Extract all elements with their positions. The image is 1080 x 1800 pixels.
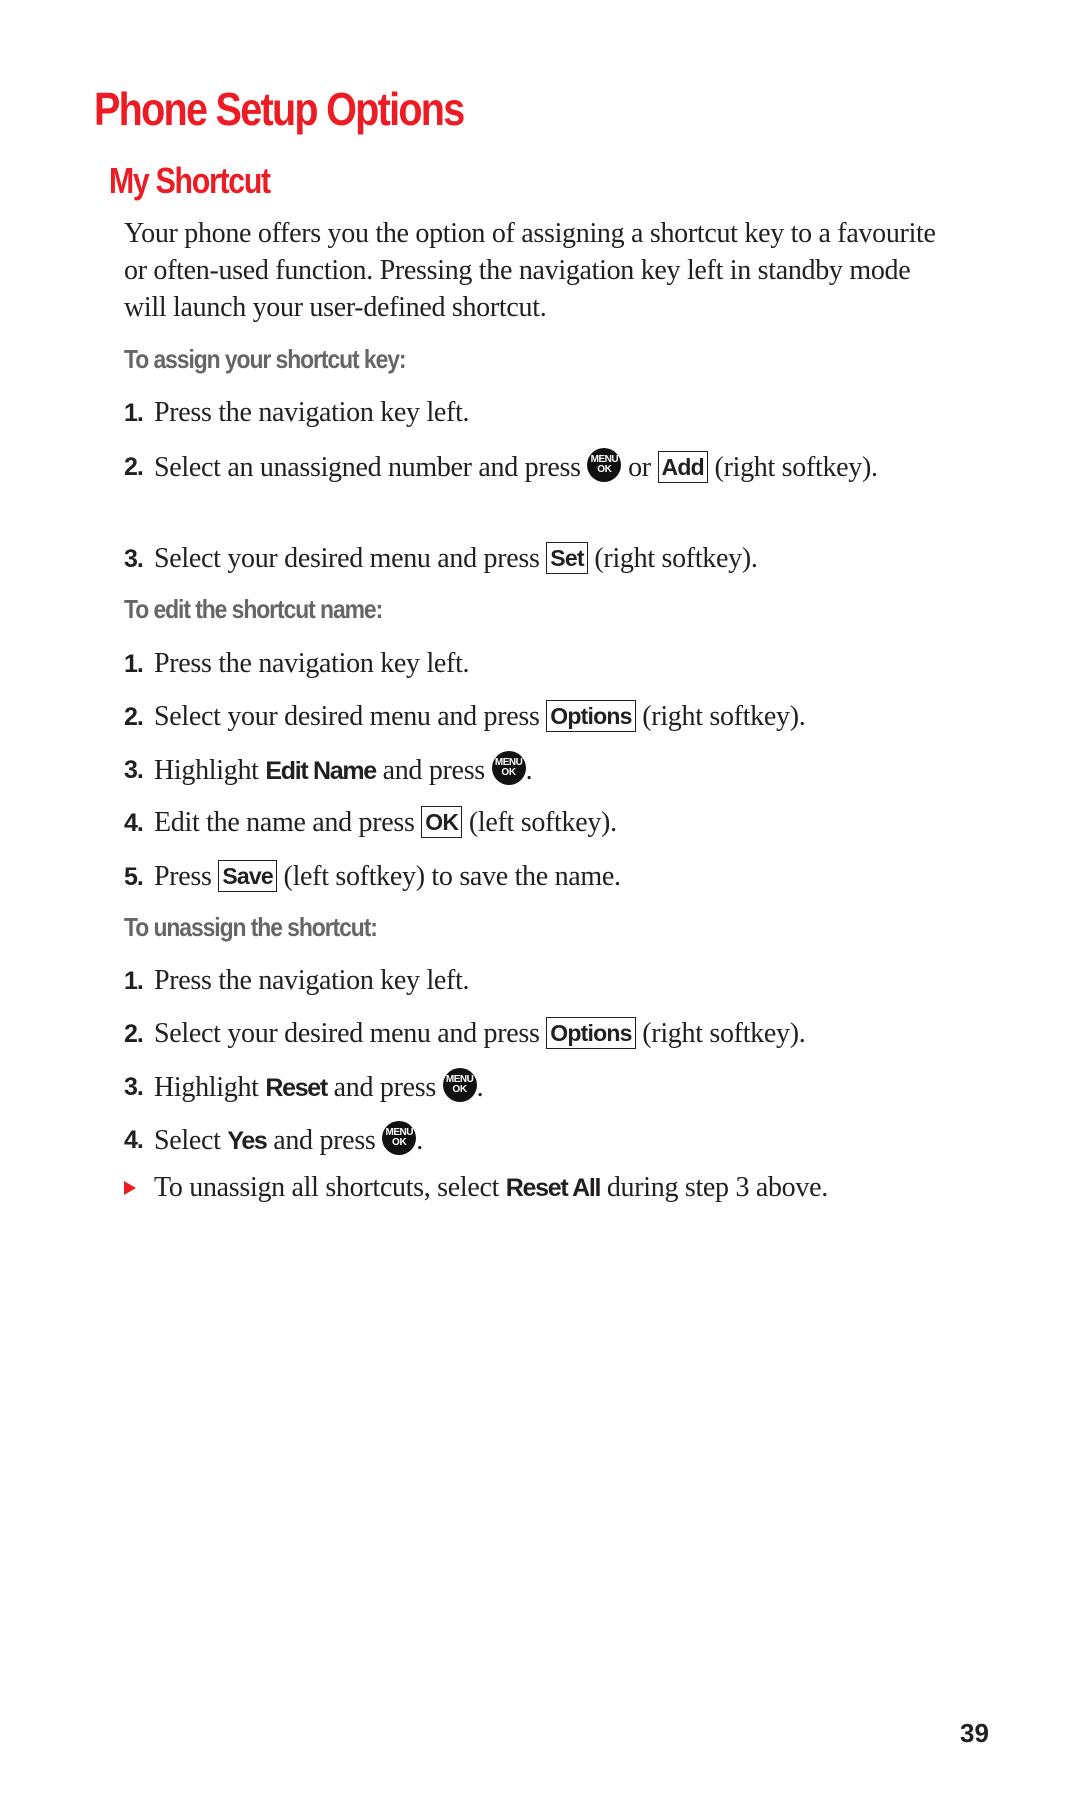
step-text-after: and press (333, 1072, 437, 1103)
step-text-before: Press (154, 861, 212, 892)
edit-heading: To edit the shortcut name: (124, 594, 383, 624)
step-text-after: (left softkey). (468, 807, 617, 838)
edit-step-2: 2. Select your desired menu and press Op… (124, 698, 954, 736)
assign-heading: To assign your shortcut key: (124, 344, 407, 374)
manual-page: Phone Setup Options My Shortcut Your pho… (0, 0, 1080, 1800)
step-text-after: (right softkey). (714, 452, 878, 483)
step-number: 3. (124, 545, 144, 573)
step-number: 5. (124, 863, 144, 891)
step-text-before: Highlight (154, 1072, 259, 1103)
menu-ok-label-ok: OK (452, 1084, 467, 1095)
step-text-after: (left softkey) to save the name. (283, 861, 621, 892)
assign-step-1: 1. Press the navigation key left. (124, 394, 954, 432)
menu-item-reset: Reset (265, 1074, 328, 1102)
unassign-step-4: 4. Select Yes and press MENU OK. (124, 1121, 954, 1160)
step-number: 4. (124, 809, 144, 837)
unassign-note: To unassign all shortcuts, select Reset … (124, 1169, 974, 1207)
step-number: 3. (124, 756, 144, 784)
softkey-set: Set (546, 542, 588, 574)
step-text: Press Save (left softkey) to save the na… (154, 858, 954, 896)
assign-step-2: 2. Select an unassigned number and press… (124, 448, 954, 487)
softkey-ok: OK (421, 806, 463, 838)
step-text: Select Yes and press MENU OK. (154, 1121, 954, 1160)
step-text-after: (right softkey). (642, 1018, 806, 1049)
menu-ok-label-ok: OK (501, 767, 516, 778)
edit-step-4: 4. Edit the name and press OK (left soft… (124, 804, 954, 842)
edit-step-5: 5. Press Save (left softkey) to save the… (124, 858, 954, 896)
edit-step-1: 1. Press the navigation key left. (124, 645, 954, 683)
page-title: Phone Setup Options (94, 83, 465, 135)
step-text-before: Highlight (154, 755, 259, 786)
step-text-before: Select your desired menu and press (154, 543, 540, 574)
section-title: My Shortcut (109, 160, 271, 201)
step-number: 3. (124, 1073, 144, 1101)
step-text-or: or (628, 452, 651, 483)
intro-paragraph: Your phone offers you the option of assi… (124, 218, 936, 323)
step-text: Edit the name and press OK (left softkey… (154, 804, 954, 842)
unassign-step-2: 2. Select your desired menu and press Op… (124, 1015, 954, 1053)
menu-ok-key-icon: MENU OK (442, 1068, 477, 1102)
menu-ok-key-icon: MENU OK (382, 1121, 417, 1155)
menu-item-edit-name: Edit Name (265, 757, 377, 785)
red-triangle-bullet-icon (124, 1181, 136, 1195)
menu-item-reset-all: Reset All (505, 1174, 602, 1202)
step-text-before: Edit the name and press (154, 807, 415, 838)
menu-ok-label-ok: OK (597, 464, 612, 475)
step-text: Select your desired menu and press Optio… (154, 698, 954, 736)
step-number: 1. (124, 650, 144, 678)
step-text-after: (right softkey). (642, 701, 806, 732)
step-number: 1. (124, 399, 144, 427)
unassign-heading: To unassign the shortcut: (124, 912, 378, 942)
menu-ok-label-ok: OK (392, 1137, 407, 1148)
step-text: Highlight Edit Name and press MENU OK. (154, 751, 954, 790)
step-number: 2. (124, 703, 144, 731)
step-text: Press the navigation key left. (154, 397, 470, 428)
step-text: Press the navigation key left. (154, 965, 470, 996)
step-text-before: Select your desired menu and press (154, 701, 540, 732)
page-number: 39 (960, 1718, 989, 1748)
step-text: Highlight Reset and press MENU OK. (154, 1068, 954, 1107)
softkey-add: Add (657, 451, 708, 483)
softkey-options: Options (546, 700, 636, 732)
step-text-after: (right softkey). (594, 543, 758, 574)
step-text-before: Select your desired menu and press (154, 1018, 540, 1049)
step-text: Press the navigation key left. (154, 648, 470, 679)
step-text: Select an unassigned number and press ME… (154, 448, 954, 487)
assign-step-3: 3. Select your desired menu and press Se… (124, 540, 954, 578)
step-number: 2. (124, 453, 144, 481)
step-text-after: and press (273, 1125, 376, 1156)
step-text-before: Select (154, 1125, 221, 1156)
edit-step-3: 3. Highlight Edit Name and press MENU OK. (124, 751, 954, 790)
step-text: Select your desired menu and press Optio… (154, 1015, 954, 1053)
note-text-after: during step 3 above. (606, 1172, 828, 1203)
step-text-end: . (416, 1125, 423, 1156)
step-text-end: . (476, 1072, 484, 1103)
softkey-save: Save (218, 860, 277, 892)
step-text-before: Select an unassigned number and press (154, 452, 581, 483)
unassign-step-1: 1. Press the navigation key left. (124, 962, 954, 1000)
step-text: Select your desired menu and press Set (… (154, 540, 954, 578)
menu-ok-key-icon: MENU OK (587, 448, 622, 482)
menu-ok-key-icon: MENU OK (491, 751, 526, 785)
step-text-end: . (525, 755, 533, 786)
unassign-step-3: 3. Highlight Reset and press MENU OK. (124, 1068, 954, 1107)
menu-item-yes: Yes (227, 1127, 268, 1155)
step-number: 2. (124, 1020, 144, 1048)
note-text: To unassign all shortcuts, select Reset … (154, 1169, 974, 1207)
step-number: 1. (124, 967, 144, 995)
note-text-before: To unassign all shortcuts, select (154, 1172, 500, 1203)
softkey-options: Options (546, 1017, 636, 1049)
step-text-after: and press (382, 755, 486, 786)
step-number: 4. (124, 1126, 144, 1154)
